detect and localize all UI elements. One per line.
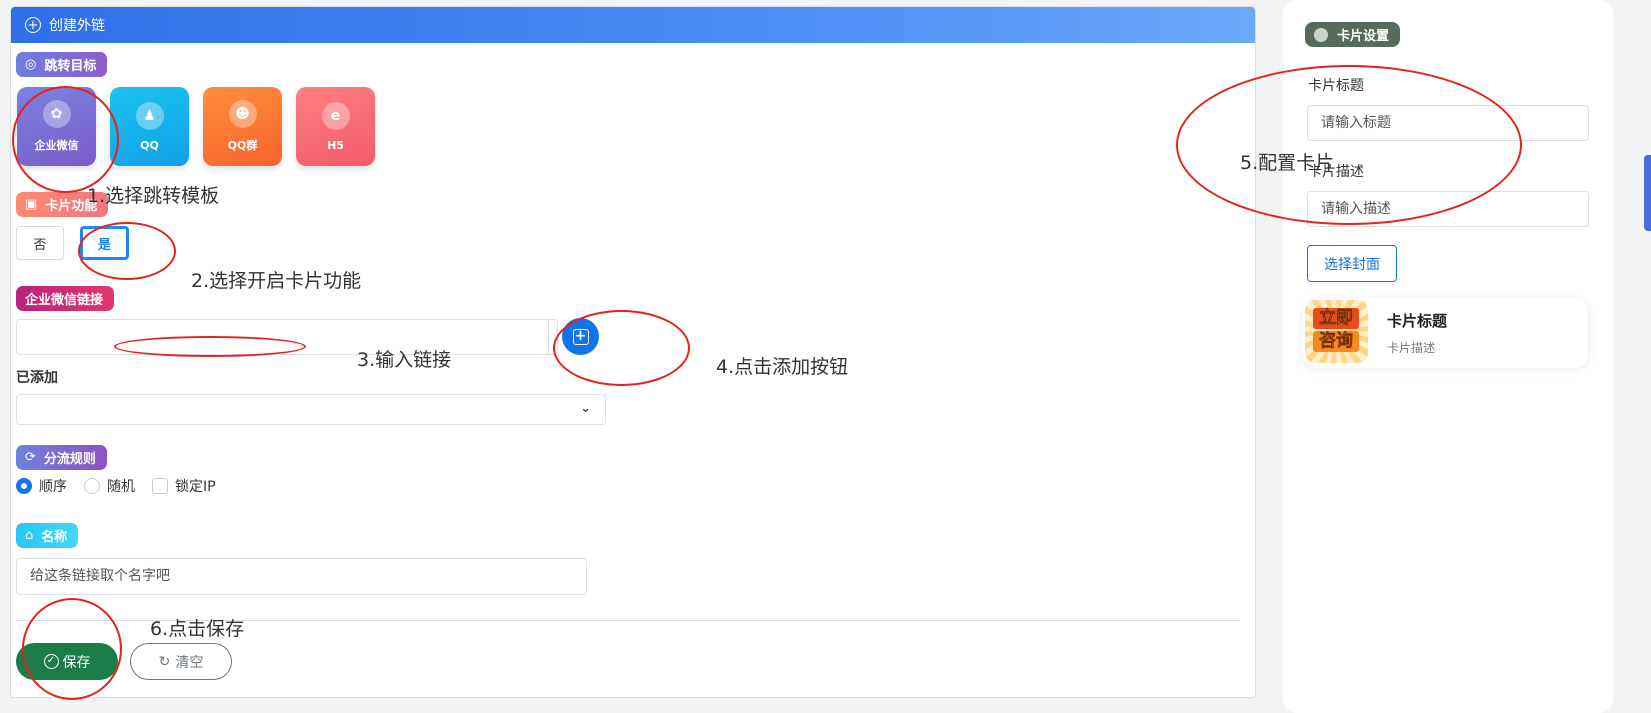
annotation-step-2: 2.选择开启卡片功能 xyxy=(191,270,362,292)
split-option-lock-ip[interactable]: 锁定IP xyxy=(152,476,216,496)
thumbnail-text: 立即 咨询 xyxy=(1313,308,1359,352)
refresh-icon: ↻ xyxy=(158,653,171,670)
plus-circle-icon: + xyxy=(25,17,41,33)
name-input[interactable]: 给这条链接取个名字吧 xyxy=(16,558,587,595)
chevron-down-icon: ⌄ xyxy=(580,401,591,416)
added-label: 已添加 xyxy=(16,370,58,386)
template-h5[interactable]: e H5 xyxy=(296,87,375,166)
highlight-circle-template xyxy=(12,86,119,193)
split-rule-options: 顺序 随机 锁定IP xyxy=(16,476,233,496)
annotation-step-3: 3.输入链接 xyxy=(357,349,452,371)
template-qq[interactable]: ♟ QQ xyxy=(110,87,189,166)
highlight-circle-card-settings xyxy=(1176,65,1522,225)
qq-icon: ♟ xyxy=(135,101,164,130)
radio-checked[interactable] xyxy=(16,478,32,494)
panel-title: 创建外链 xyxy=(49,18,105,34)
card-feature-no-button[interactable]: 否 xyxy=(16,226,64,260)
checkbox[interactable] xyxy=(152,478,168,494)
highlight-circle-link-input xyxy=(114,336,306,357)
highlight-circle-save xyxy=(22,598,122,700)
image-icon: ▣ xyxy=(25,197,38,212)
jump-target-label: ◎ 跳转目标 xyxy=(16,52,108,77)
split-option-random[interactable]: 随机 xyxy=(84,476,135,496)
h5-browser-icon: e xyxy=(321,101,350,130)
annotation-step-1: 1.选择跳转模板 xyxy=(87,185,220,207)
split-rule-label: ⟳ 分流规则 xyxy=(16,445,107,470)
card-preview-thumbnail: 立即 咨询 xyxy=(1305,300,1368,363)
clear-button[interactable]: ↻ 清空 xyxy=(130,643,232,680)
card-settings-label: 卡片设置 xyxy=(1305,22,1401,47)
split-option-sequential[interactable]: 顺序 xyxy=(16,476,67,496)
tag-icon: ⌂ xyxy=(25,528,34,543)
annotation-step-4: 4.点击添加按钮 xyxy=(716,356,849,378)
edge-accent xyxy=(1644,155,1651,231)
settings-icon xyxy=(1314,27,1328,42)
wx-link-label: 企业微信链接 xyxy=(16,286,115,311)
template-qq-group[interactable]: ☻ QQ群 xyxy=(203,87,282,166)
highlight-circle-add-button xyxy=(553,310,690,386)
target-icon: ◎ xyxy=(25,57,37,72)
name-label: ⌂ 名称 xyxy=(16,523,79,548)
qq-group-icon: ☻ xyxy=(228,100,257,128)
radio-unchecked[interactable] xyxy=(84,478,100,494)
panel-header: + 创建外链 xyxy=(11,7,1255,43)
card-preview-title: 卡片标题 xyxy=(1387,312,1448,330)
choose-cover-button[interactable]: 选择封面 xyxy=(1307,245,1397,282)
card-preview-desc: 卡片描述 xyxy=(1387,341,1436,355)
added-links-select[interactable]: ⌄ xyxy=(16,394,606,425)
refresh-icon: ⟳ xyxy=(25,450,36,465)
annotation-step-6: 6.点击保存 xyxy=(150,618,245,640)
highlight-circle-card-yes xyxy=(78,222,176,280)
